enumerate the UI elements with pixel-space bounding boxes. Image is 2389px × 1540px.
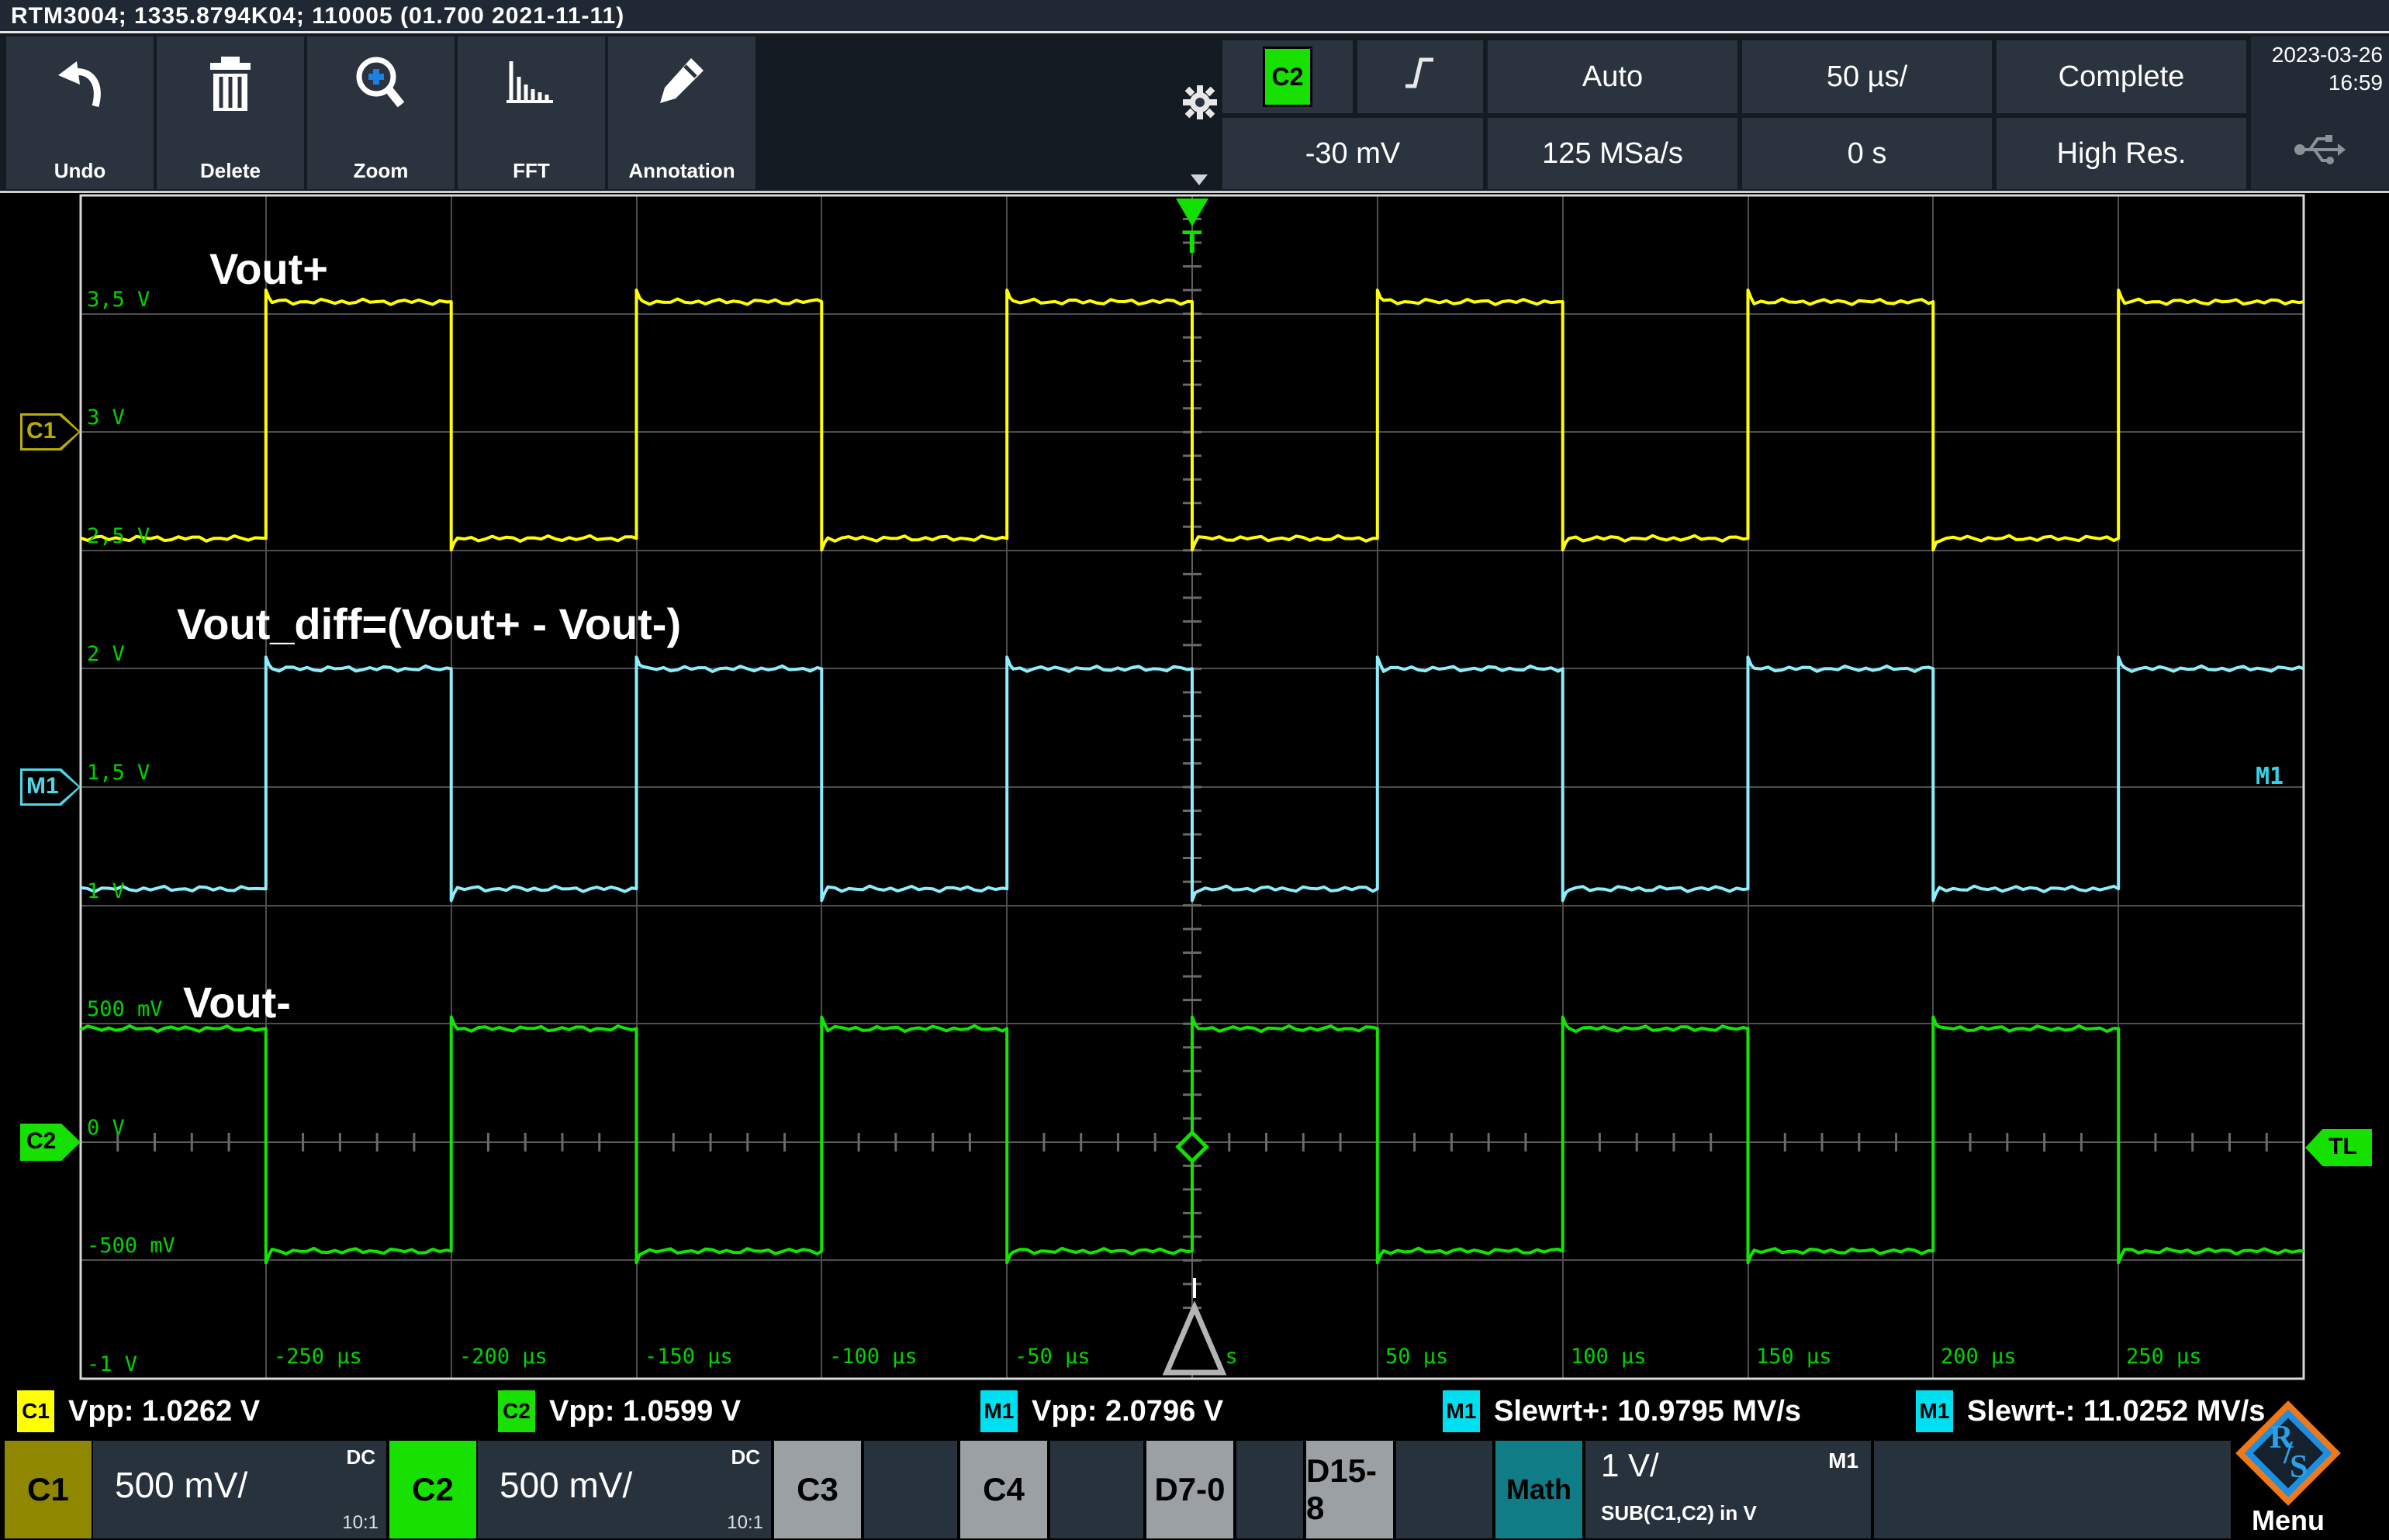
empty-panel xyxy=(1874,1441,2231,1538)
trace-c1 xyxy=(81,290,2304,550)
y-axis-label: -1 V xyxy=(87,1352,137,1376)
x-axis-label: -50 µs xyxy=(1015,1345,1091,1369)
c1-settings-panel[interactable]: 500 mV/ DC 10:1 xyxy=(93,1441,386,1538)
x-axis-label: -200 µs xyxy=(459,1345,548,1369)
measurement-value: Vpp: 1.0262 V xyxy=(68,1395,260,1428)
math-ref: M1 xyxy=(1828,1448,1858,1473)
channel-tab-d7-0[interactable]: D7-0 xyxy=(1146,1441,1233,1538)
c2-badge: C2 xyxy=(496,1389,537,1434)
measurement-value: Slewrt+: 10.9795 MV/s xyxy=(1494,1395,1801,1428)
x-axis-label: 150 µs xyxy=(1756,1345,1832,1369)
rohde-schwarz-logo: R / S xyxy=(2240,1405,2336,1501)
y-axis-label: 500 mV xyxy=(87,997,163,1021)
trigger-t-label: T xyxy=(1182,223,1202,261)
measurement-c2-vpp: C2 Vpp: 1.0599 V xyxy=(496,1390,741,1433)
math-scale: 1 V/ xyxy=(1601,1447,1659,1484)
m1-badge: M1 xyxy=(979,1389,1019,1434)
math-settings-panel[interactable]: 1 V/ M1 SUB(C1,C2) in V xyxy=(1585,1441,1871,1538)
m1-position-marker[interactable]: M1 xyxy=(20,768,81,806)
measurement-m1-slewrate-neg: M1 Slewrt-: 11.0252 MV/s xyxy=(1914,1390,2265,1433)
c1-probe: 10:1 xyxy=(342,1512,379,1534)
channel-tab-c4[interactable]: C4 xyxy=(960,1441,1047,1538)
c1-badge: C1 xyxy=(16,1389,56,1434)
x-axis-label: 200 µs xyxy=(1941,1345,2017,1369)
measurement-m1-slewrate-pos: M1 Slewrt+: 10.9795 MV/s xyxy=(1441,1390,1801,1433)
y-axis-label: 3,5 V xyxy=(87,288,150,312)
c4-settings-panel[interactable] xyxy=(1050,1441,1143,1538)
channel-tab-c1[interactable]: C1 xyxy=(5,1441,92,1538)
c2-scale: 500 mV/ xyxy=(500,1464,632,1506)
y-axis-label: 2,5 V xyxy=(87,524,150,548)
measurement-value: Vpp: 2.0796 V xyxy=(1032,1395,1223,1428)
c1-scale: 500 mV/ xyxy=(115,1464,247,1506)
menu-button[interactable]: Menu xyxy=(2240,1504,2336,1537)
measurement-value: Vpp: 1.0599 V xyxy=(549,1395,741,1428)
c2-position-marker[interactable]: C2 xyxy=(20,1124,81,1161)
m1-badge: M1 xyxy=(1914,1389,1955,1434)
measurement-value: Slewrt-: 11.0252 MV/s xyxy=(1967,1395,2265,1428)
measurement-m1-vpp: M1 Vpp: 2.0796 V xyxy=(979,1390,1223,1433)
y-axis-label: 1 V xyxy=(87,879,125,903)
y-axis-label: 0 V xyxy=(87,1116,125,1140)
trigger-level-marker[interactable]: TL xyxy=(2305,1129,2372,1166)
c1-coupling: DC xyxy=(346,1445,375,1469)
x-axis-label: 100 µs xyxy=(1571,1345,1647,1369)
c2-settings-panel[interactable]: 500 mV/ DC 10:1 xyxy=(478,1441,771,1538)
measurement-c1-vpp: C1 Vpp: 1.0262 V xyxy=(16,1390,260,1433)
y-axis-label: 1,5 V xyxy=(87,761,150,785)
channel-tab-c2[interactable]: C2 xyxy=(389,1441,476,1538)
y-axis-label: 2 V xyxy=(87,642,125,666)
time-reference-marker[interactable] xyxy=(1159,1276,1230,1379)
y-axis-label: -500 mV xyxy=(87,1234,175,1258)
x-axis-label: 50 µs xyxy=(1385,1345,1448,1369)
c1-position-marker[interactable]: C1 xyxy=(20,413,81,451)
y-axis-label: 3 V xyxy=(87,406,125,430)
channel-tab-d15-8[interactable]: D15-8 xyxy=(1306,1441,1393,1538)
c3-settings-panel[interactable] xyxy=(864,1441,957,1538)
m1-trace-label: M1 xyxy=(2256,763,2284,790)
x-axis-label: 250 µs xyxy=(2126,1345,2202,1369)
x-axis-label: -250 µs xyxy=(274,1345,362,1369)
trigger-position-marker[interactable] xyxy=(1176,199,1208,226)
c2-coupling: DC xyxy=(731,1445,760,1469)
channel-tab-c3[interactable]: C3 xyxy=(774,1441,861,1538)
m1-badge: M1 xyxy=(1441,1389,1481,1434)
annotation-vout-plus: Vout+ xyxy=(209,243,328,294)
x-axis-label: -150 µs xyxy=(645,1345,733,1369)
trace-m1 xyxy=(81,657,2304,900)
oscilloscope-screen: RTM3004; 1335.8794K04; 110005 (01.700 20… xyxy=(0,0,2389,1540)
x-axis-label: -100 µs xyxy=(829,1345,918,1369)
c2-probe: 10:1 xyxy=(727,1512,763,1534)
math-expression: SUB(C1,C2) in V xyxy=(1601,1501,1757,1525)
channel-tab-math[interactable]: Math xyxy=(1495,1441,1582,1538)
annotation-vout-minus: Vout- xyxy=(183,977,291,1027)
d15-8-panel[interactable] xyxy=(1396,1441,1492,1538)
d7-0-panel[interactable] xyxy=(1236,1441,1303,1538)
annotation-vout-diff: Vout_diff=(Vout+ - Vout-) xyxy=(177,599,681,649)
